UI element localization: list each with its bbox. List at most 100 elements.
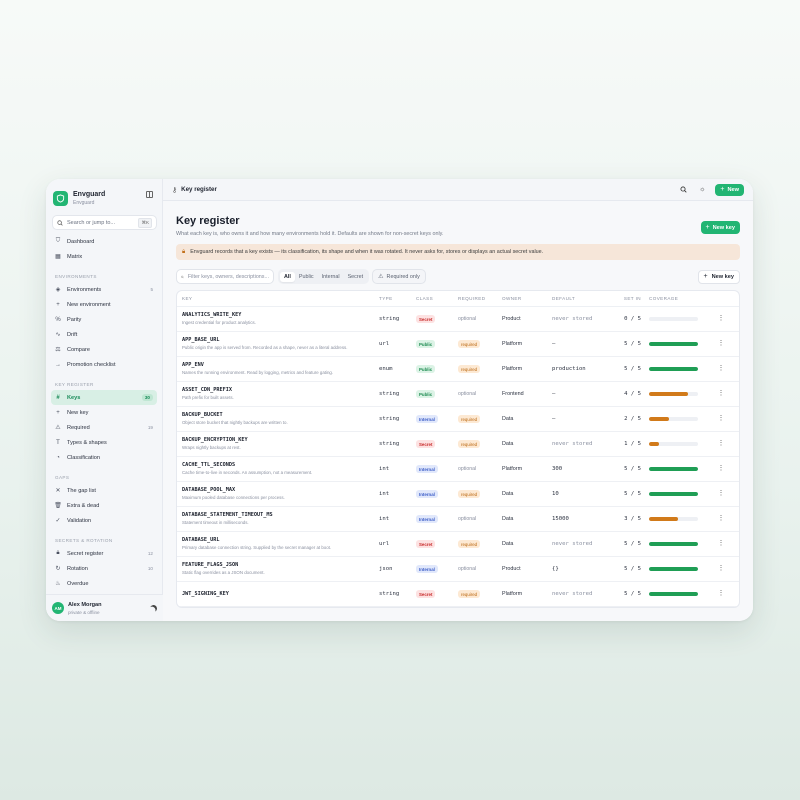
sidebar-item-drift[interactable]: ∿︎ Drift <box>51 327 157 342</box>
required-only-toggle[interactable]: ⚠︎ Required only <box>372 269 426 284</box>
sun-icon[interactable]: ☼ <box>696 184 708 196</box>
key-name[interactable]: BACKUP_ENCRYPTION_KEY <box>182 437 379 443</box>
table-row[interactable]: APP_BASE_URL Public origin the app is se… <box>177 332 739 357</box>
more-vertical-icon[interactable]: ⋮ <box>718 340 725 347</box>
more-vertical-icon[interactable]: ⋮ <box>718 490 725 497</box>
x-icon: ✕︎ <box>55 488 61 494</box>
sidebar-item-count: 30 <box>141 394 153 401</box>
sidebar-toggle-icon[interactable] <box>146 191 153 198</box>
table-row[interactable]: DATABASE_POOL_MAX Maximum pooled databas… <box>177 482 739 507</box>
col-type[interactable]: TYPE <box>379 296 416 301</box>
segment-all[interactable]: All <box>280 271 295 282</box>
more-vertical-icon[interactable]: ⋮ <box>718 415 725 422</box>
brand[interactable]: Envguard Envguard <box>46 179 162 209</box>
set-in: 5 / 5 <box>624 341 641 347</box>
pie-icon: ◔︎ <box>56 454 60 461</box>
class-badge: Secret <box>416 440 436 448</box>
optional-text: optional <box>458 391 477 397</box>
key-name[interactable]: BACKUP_BUCKET <box>182 412 379 418</box>
sidebar-item-new-environment[interactable]: +︎ New environment <box>51 297 157 312</box>
sidebar-item-the-gap-list[interactable]: ✕︎ The gap list <box>51 483 157 498</box>
sidebar-item-promotion-checklist[interactable]: →︎ Promotion checklist <box>51 357 157 372</box>
table-row[interactable]: CACHE_TTL_SECONDS Cache time-to-live in … <box>177 457 739 482</box>
segment-public[interactable]: Public <box>295 272 318 282</box>
col-class[interactable]: CLASS <box>416 296 458 301</box>
key-type: int <box>379 516 390 522</box>
page-title: Key register <box>176 215 240 227</box>
warning-icon: ⚠︎ <box>55 425 61 431</box>
more-vertical-icon[interactable]: ⋮ <box>718 365 725 372</box>
key-name[interactable]: ANALYTICS_WRITE_KEY <box>182 312 379 318</box>
sidebar-item-types-shapes[interactable]: T︎ Types & shapes <box>51 435 157 450</box>
col-owner[interactable]: OWNER <box>502 296 552 301</box>
avatar: AM <box>52 602 64 614</box>
more-vertical-icon[interactable]: ⋮ <box>718 465 725 472</box>
new-key-outline-button[interactable]: + New key <box>697 269 740 284</box>
key-description: Primary database connection string. Supp… <box>182 545 332 551</box>
key-name[interactable]: APP_ENV <box>182 362 379 368</box>
sidebar-item-dashboard[interactable]: ⛉︎ Dashboard <box>51 234 157 249</box>
sidebar-item-extra-dead[interactable]: 🗑︎ Extra & dead <box>51 498 157 513</box>
more-vertical-icon[interactable]: ⋮ <box>718 540 725 547</box>
more-vertical-icon[interactable]: ⋮ <box>718 590 725 597</box>
plus-icon: + <box>720 186 725 193</box>
key-type: int <box>379 466 390 472</box>
table-row[interactable]: DATABASE_STATEMENT_TIMEOUT_MS Statement … <box>177 507 739 532</box>
sidebar-item-parity[interactable]: %︎ Parity <box>51 312 157 327</box>
new-key-button[interactable]: + New key <box>700 221 740 234</box>
search-icon[interactable] <box>677 184 689 196</box>
col-set-in[interactable]: SET IN <box>617 296 649 301</box>
key-name[interactable]: DATABASE_STATEMENT_TIMEOUT_MS <box>182 512 379 518</box>
key-type: json <box>379 566 393 572</box>
col-coverage[interactable]: COVERAGE <box>649 296 711 301</box>
sidebar-item-compare[interactable]: ⚖︎ Compare <box>51 342 157 357</box>
table-row[interactable]: BACKUP_BUCKET Object store bucket that n… <box>177 407 739 432</box>
col-required[interactable]: REQUIRED <box>458 296 502 301</box>
required-badge: required <box>458 415 481 423</box>
sidebar-item-required[interactable]: ⚠︎ Required 19 <box>51 420 157 435</box>
new-button[interactable]: + New <box>715 183 744 196</box>
sidebar-item-overdue[interactable]: ♨︎ Overdue <box>51 576 157 591</box>
table-row[interactable]: FEATURE_FLAGS_JSON Static flag overrides… <box>177 557 739 582</box>
sidebar-item-new-key[interactable]: +︎ New key <box>51 405 157 420</box>
more-vertical-icon[interactable]: ⋮ <box>718 565 725 572</box>
user-row[interactable]: AM Alex Morgan private & offline <box>46 594 163 621</box>
key-name[interactable]: FEATURE_FLAGS_JSON <box>182 562 379 568</box>
sidebar-item-secret-register[interactable]: 🔒︎ Secret register 12 <box>51 546 157 561</box>
segment-secret[interactable]: Secret <box>344 272 368 282</box>
table-row[interactable]: DATABASE_URL Primary database connection… <box>177 532 739 557</box>
col-default[interactable]: DEFAULT <box>552 296 617 301</box>
sidebar-item-label: Keys <box>67 394 81 401</box>
more-vertical-icon[interactable]: ⋮ <box>718 515 725 522</box>
shield-logo-icon <box>53 190 68 206</box>
more-vertical-icon[interactable]: ⋮ <box>718 315 725 322</box>
more-vertical-icon[interactable]: ⋮ <box>718 440 725 447</box>
key-name[interactable]: CACHE_TTL_SECONDS <box>182 462 379 468</box>
search-input[interactable]: Search or jump to... ⌘K <box>52 215 157 230</box>
table-row[interactable]: APP_ENV Names the running environment. R… <box>177 357 739 382</box>
key-description: Names the running environment. Read by l… <box>182 370 334 376</box>
table-row[interactable]: ASSET_CDN_PREFIX Path prefix for built a… <box>177 382 739 407</box>
filter-input[interactable]: Filter keys, owners, descriptions... <box>176 269 274 284</box>
col-key[interactable]: KEY <box>177 296 379 301</box>
table-row[interactable]: BACKUP_ENCRYPTION_KEY Wraps nightly back… <box>177 432 739 457</box>
key-name[interactable]: ASSET_CDN_PREFIX <box>182 387 379 393</box>
table-row[interactable]: ANALYTICS_WRITE_KEY Ingest credential fo… <box>177 307 739 332</box>
key-name[interactable]: APP_BASE_URL <box>182 337 379 343</box>
key-name[interactable]: DATABASE_URL <box>182 537 379 543</box>
sidebar-item-rotation[interactable]: ↻︎ Rotation 10 <box>51 561 157 576</box>
sidebar-item-environments[interactable]: ◈︎ Environments 5 <box>51 282 157 297</box>
table-row[interactable]: JWT_SIGNING_KEY string Secret required P… <box>177 582 739 607</box>
required-badge: required <box>458 365 481 373</box>
page-subtitle: What each key is, who owns it and how ma… <box>176 231 444 237</box>
segment-internal[interactable]: Internal <box>318 272 344 282</box>
key-description: Maximum pooled database connections per … <box>182 495 285 501</box>
sidebar-item-matrix[interactable]: ▦︎ Matrix <box>51 249 157 264</box>
moon-icon[interactable] <box>149 604 158 613</box>
sidebar-item-keys[interactable]: #︎ Keys 30 <box>51 390 157 405</box>
sidebar-item-classification[interactable]: ◔︎ Classification <box>51 450 157 465</box>
key-name[interactable]: JWT_SIGNING_KEY <box>182 591 379 597</box>
key-name[interactable]: DATABASE_POOL_MAX <box>182 487 379 493</box>
sidebar-item-validation[interactable]: ✓︎ Validation <box>51 513 157 528</box>
more-vertical-icon[interactable]: ⋮ <box>718 390 725 397</box>
